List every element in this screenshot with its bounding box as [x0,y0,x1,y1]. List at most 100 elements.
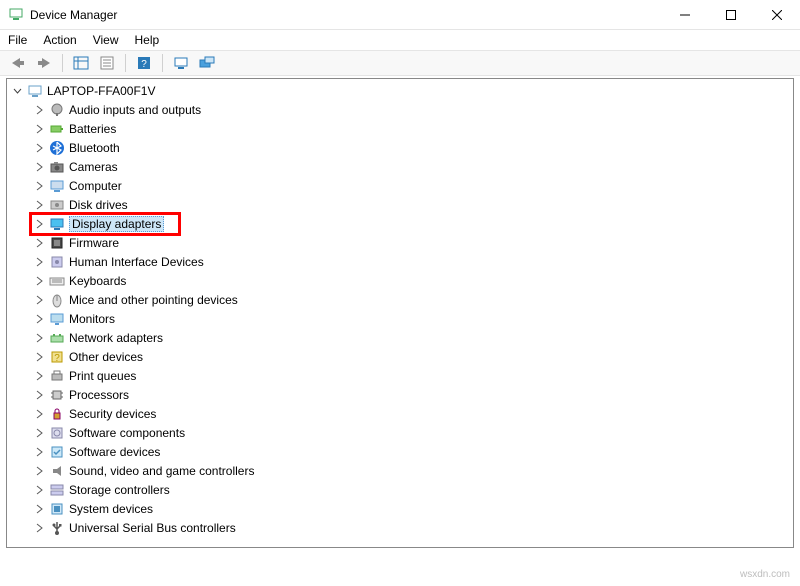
expander-closed-icon[interactable] [33,256,45,268]
expander-closed-icon[interactable] [33,237,45,249]
expander-closed-icon[interactable] [33,294,45,306]
tree-item-label: Cameras [69,160,118,174]
tree-item-label: Firmware [69,236,119,250]
network-icon [49,330,65,346]
tree-item[interactable]: Computer [9,176,793,195]
app-icon [8,7,24,23]
menu-action[interactable]: Action [43,33,76,47]
expander-closed-icon[interactable] [33,142,45,154]
expander-closed-icon[interactable] [33,161,45,173]
sound-icon [49,463,65,479]
security-icon [49,406,65,422]
tree-item[interactable]: Security devices [9,404,793,423]
expander-closed-icon[interactable] [33,351,45,363]
tree-item-label: Batteries [69,122,116,136]
menu-view[interactable]: View [93,33,119,47]
disk-icon [49,197,65,213]
expander-closed-icon[interactable] [33,332,45,344]
scan-hardware-button[interactable] [169,52,193,74]
tree-item[interactable]: Disk drives [9,195,793,214]
show-hide-console-button[interactable] [69,52,93,74]
tree-item[interactable]: Monitors [9,309,793,328]
expander-closed-icon[interactable] [33,427,45,439]
printer-icon [49,368,65,384]
tree-item-label: Storage controllers [69,483,170,497]
expander-closed-icon[interactable] [33,370,45,382]
tree-item-label: Software components [69,426,185,440]
menubar: File Action View Help [0,30,800,50]
tree-item[interactable]: Software devices [9,442,793,461]
software-devices-icon [49,444,65,460]
help-button[interactable]: ? [132,52,156,74]
expander-closed-icon[interactable] [33,446,45,458]
tree-root-label: LAPTOP-FFA00F1V [47,84,156,98]
firmware-icon [49,235,65,251]
tree-item[interactable]: Network adapters [9,328,793,347]
expander-closed-icon[interactable] [33,218,45,230]
expander-closed-icon[interactable] [33,104,45,116]
tree-item[interactable]: Universal Serial Bus controllers [9,518,793,537]
battery-icon [49,121,65,137]
storage-icon [49,482,65,498]
bluetooth-icon [49,140,65,156]
toolbar: ? [0,50,800,76]
tree-item-label: Network adapters [69,331,163,345]
expander-closed-icon[interactable] [33,123,45,135]
expander-closed-icon[interactable] [33,389,45,401]
menu-file[interactable]: File [8,33,27,47]
svg-text:?: ? [141,59,147,70]
toolbar-separator [62,54,63,72]
tree-item-label: Mice and other pointing devices [69,293,238,307]
close-button[interactable] [754,0,800,29]
tree-item-label: Bluetooth [69,141,120,155]
tree-item[interactable]: Audio inputs and outputs [9,100,793,119]
expander-closed-icon[interactable] [33,199,45,211]
tree-item[interactable]: Sound, video and game controllers [9,461,793,480]
device-tree[interactable]: LAPTOP-FFA00F1V Audio inputs and outputs… [6,78,794,548]
tree-item-label: Disk drives [69,198,128,212]
tree-item[interactable]: Mice and other pointing devices [9,290,793,309]
minimize-button[interactable] [662,0,708,29]
tree-item[interactable]: Cameras [9,157,793,176]
forward-button[interactable] [32,52,56,74]
tree-item[interactable]: Bluetooth [9,138,793,157]
window-controls [662,0,800,29]
tree-item[interactable]: System devices [9,499,793,518]
expander-closed-icon[interactable] [33,275,45,287]
system-icon [49,501,65,517]
properties-button[interactable] [95,52,119,74]
tree-item[interactable]: Keyboards [9,271,793,290]
expander-closed-icon[interactable] [33,465,45,477]
expander-closed-icon[interactable] [33,180,45,192]
computer-icon [27,83,43,99]
tree-item[interactable]: Other devices [9,347,793,366]
window-title: Device Manager [30,8,117,22]
expander-closed-icon[interactable] [33,522,45,534]
expander-closed-icon[interactable] [33,313,45,325]
tree-item[interactable]: Processors [9,385,793,404]
tree-item[interactable]: Storage controllers [9,480,793,499]
expander-closed-icon[interactable] [33,503,45,515]
tree-item-label: Security devices [69,407,156,421]
tree-item[interactable]: Batteries [9,119,793,138]
display-icon [49,216,65,232]
tree-root[interactable]: LAPTOP-FFA00F1V [9,81,793,100]
tree-item[interactable]: Software components [9,423,793,442]
tree-item[interactable]: Human Interface Devices [9,252,793,271]
other-devices-icon [49,349,65,365]
tree-item[interactable]: Display adapters [9,214,793,233]
devices-printers-button[interactable] [195,52,219,74]
tree-item[interactable]: Firmware [9,233,793,252]
expander-open-icon[interactable] [11,85,23,97]
titlebar: Device Manager [0,0,800,30]
menu-help[interactable]: Help [135,33,160,47]
toolbar-separator [125,54,126,72]
expander-closed-icon[interactable] [33,408,45,420]
back-button[interactable] [6,52,30,74]
tree-item[interactable]: Print queues [9,366,793,385]
processor-icon [49,387,65,403]
keyboard-icon [49,273,65,289]
tree-item-label: Processors [69,388,129,402]
expander-closed-icon[interactable] [33,484,45,496]
maximize-button[interactable] [708,0,754,29]
